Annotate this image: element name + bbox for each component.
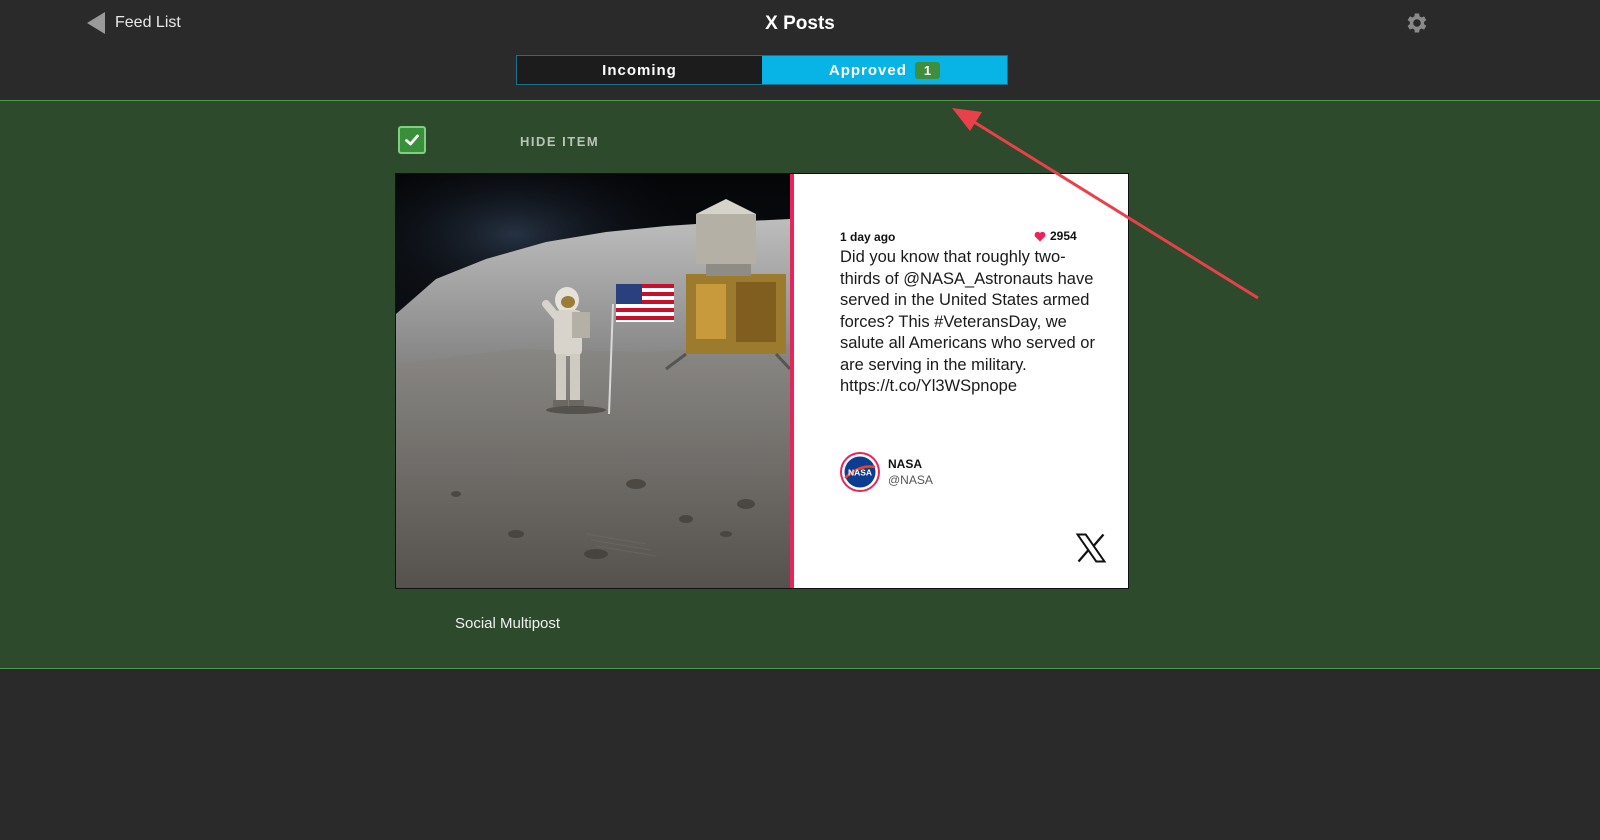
back-arrow-icon — [87, 12, 105, 34]
checkmark-icon — [405, 134, 419, 146]
post-preview-card[interactable]: 1 day ago 2954 Did you know that roughly… — [396, 174, 1128, 588]
feed-item-panel: HIDE ITEM 1 day ago 2954 Did you know th… — [0, 101, 1600, 669]
hide-item-checkbox[interactable] — [398, 126, 426, 154]
top-bar: Feed List X Posts Incoming Approved 1 — [0, 0, 1600, 101]
back-label: Feed List — [115, 14, 181, 31]
tab-approved[interactable]: Approved 1 — [762, 56, 1007, 84]
like-count: 2954 — [1034, 229, 1077, 243]
moon-landing-photo — [396, 174, 790, 588]
like-count-value: 2954 — [1050, 229, 1077, 243]
back-button[interactable]: Feed List — [87, 10, 181, 36]
tab-incoming-label: Incoming — [602, 61, 677, 79]
x-logo-icon — [1075, 533, 1107, 563]
post-author: NASA NASA @NASA — [840, 452, 933, 492]
author-name: NASA — [888, 457, 923, 471]
page-title-wrap: X Posts — [0, 13, 1600, 35]
approved-count-badge: 1 — [914, 61, 941, 79]
gear-icon[interactable] — [1403, 10, 1429, 36]
page-title: X Posts — [765, 13, 835, 34]
hide-item-label[interactable]: HIDE ITEM — [520, 134, 599, 149]
tab-bar: Incoming Approved 1 — [516, 55, 1008, 85]
avatar: NASA — [840, 452, 880, 492]
tab-incoming[interactable]: Incoming — [517, 56, 762, 84]
post-text: Did you know that roughly two-thirds of … — [840, 248, 1095, 395]
item-caption: Social Multipost — [455, 615, 561, 632]
author-handle: @NASA — [888, 473, 933, 487]
post-age: 1 day ago — [840, 230, 896, 244]
heart-icon — [1034, 231, 1046, 241]
tab-approved-label: Approved — [828, 61, 907, 79]
avatar-text: NASA — [848, 468, 872, 478]
card-divider — [790, 174, 794, 588]
